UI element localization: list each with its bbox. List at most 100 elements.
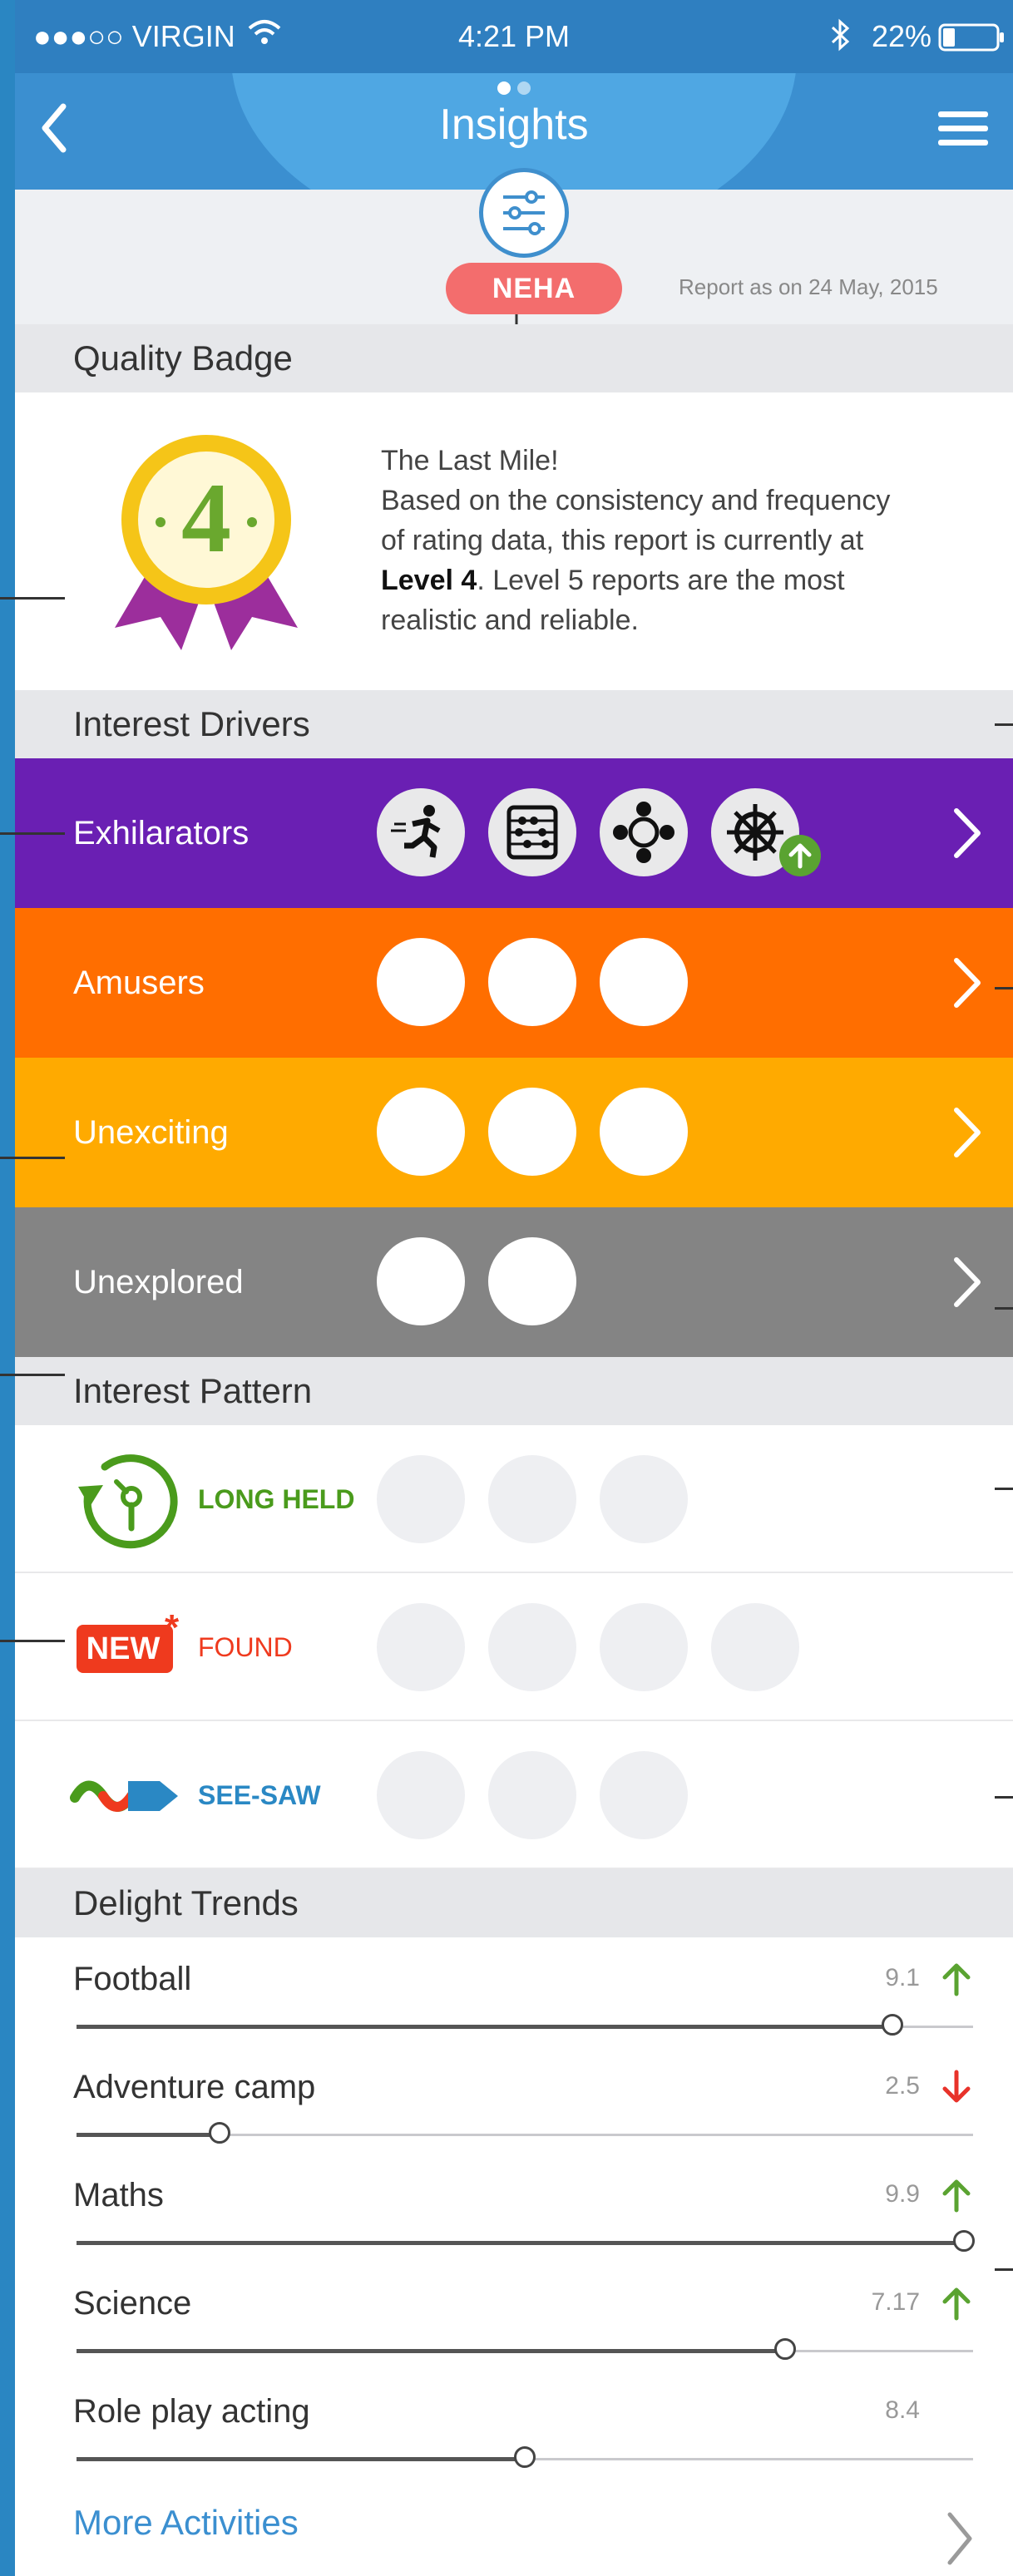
chevron-right-icon [954,1108,981,1157]
interest-slot[interactable] [488,1237,576,1325]
interest-slot[interactable] [600,938,688,1026]
trend-row: Maths 9.9 [15,2162,1013,2270]
trend-slider[interactable] [77,2014,973,2036]
trend-slider[interactable] [77,2122,973,2144]
page-dot[interactable] [517,81,531,95]
interest-slot[interactable] [600,1455,688,1543]
arrow-down-icon [938,2069,975,2110]
trend-value: 9.1 [885,1964,920,1991]
connector-line [0,1640,65,1642]
section-header-interest-drivers: Interest Drivers [15,690,1013,758]
pattern-row-long-held[interactable]: LONG HELD [15,1425,1013,1573]
profile-name-badge[interactable]: NEHA [446,263,622,314]
section-header-quality-badge: Quality Badge [15,324,1013,392]
abacus-icon[interactable] [488,788,576,876]
status-time: 4:21 PM [457,19,571,53]
interest-slot[interactable] [600,1751,688,1839]
filter-button[interactable] [479,168,569,258]
driver-icons [377,938,711,1029]
asterisk-icon: * [165,1607,180,1648]
menu-button[interactable] [930,95,996,161]
trend-slider-fill [77,2241,965,2245]
driver-row-unexplored[interactable]: Unexplored [15,1207,1013,1357]
driver-icons [377,1237,600,1329]
quality-title: The Last Mile! [381,445,559,476]
interest-slot[interactable] [377,938,465,1026]
pattern-slots [377,1603,823,1695]
page-indicator[interactable] [15,81,1013,99]
clock-arrow-icon [78,1454,178,1549]
trend-name: Maths [73,2177,164,2213]
quality-text-line: Based on the consistency and frequency [381,485,891,516]
trend-slider-knob[interactable] [953,2230,976,2252]
status-bar: ●●●○○ VIRGIN 4:21 PM 22% [15,0,1013,73]
interest-slot[interactable] [488,1751,576,1839]
interest-slot[interactable] [488,1088,576,1176]
interest-slot[interactable] [377,1603,465,1691]
driver-row-amusers[interactable]: Amusers [15,908,1013,1058]
arrow-up-icon [938,2285,975,2326]
connector-line [995,1488,1013,1490]
quality-description: The Last Mile! Based on the consistency … [381,441,996,640]
trend-slider[interactable] [77,2446,973,2468]
connector-line [995,723,1013,726]
driver-label: Unexciting [73,1114,229,1151]
battery-percent: 22% [872,19,932,53]
interest-slot[interactable] [600,1603,688,1691]
report-date: Report as on 24 May, 2015 [679,274,938,299]
hamburger-menu-icon [938,111,988,146]
ship-wheel-icon[interactable] [711,788,821,876]
driver-row-unexciting[interactable]: Unexciting [15,1058,1013,1207]
driver-label: Exhilarators [73,815,250,851]
interest-slot[interactable] [711,1603,799,1691]
interest-slot[interactable] [600,1088,688,1176]
driver-label: Amusers [73,965,205,1001]
quality-badge-card: 4 The Last Mile! Based on the consistenc… [15,392,1013,690]
trend-slider[interactable] [77,2230,976,2252]
chevron-right-icon [954,1257,981,1307]
driver-label: Unexplored [73,1264,244,1300]
connector-line [0,1157,65,1159]
more-activities-label: More Activities [73,2503,299,2542]
interest-slot[interactable] [488,1455,576,1543]
quality-text-line: realistic and reliable. [381,605,639,636]
trend-slider-knob[interactable] [773,2338,796,2360]
connector-line [995,1796,1013,1799]
interest-slot[interactable] [377,1237,465,1325]
trend-value: 2.5 [885,2072,920,2100]
interest-slot[interactable] [377,1455,465,1543]
network-icon[interactable] [600,788,688,876]
driver-icons [377,788,823,880]
wave-arrow-icon [70,1780,178,1812]
driver-row-exhilarators[interactable]: Exhilarators [15,758,1013,908]
chevron-right-icon [947,2512,972,2565]
connector-line [995,987,1013,989]
pattern-label: SEE-SAW [198,1780,321,1810]
trend-slider-knob[interactable] [209,2122,231,2144]
interest-slot[interactable] [488,938,576,1026]
interest-slot[interactable] [377,1751,465,1839]
interest-slot[interactable] [488,1603,576,1691]
pattern-row-see-saw[interactable]: SEE-SAW [15,1721,1013,1869]
connector-line [0,832,65,835]
phone-screen: ●●●○○ VIRGIN 4:21 PM 22% Insights NEHA R… [15,0,1013,2576]
trend-row: Science 7.17 [15,2270,1013,2378]
pattern-row-new-found[interactable]: NEW * FOUND [15,1573,1013,1721]
trend-slider-knob[interactable] [514,2446,536,2468]
trend-slider-knob[interactable] [881,2014,903,2036]
page-dot-active[interactable] [497,81,511,95]
interest-slot[interactable] [377,1088,465,1176]
quality-text-line: Level 4. Level 5 reports are the most [381,560,996,600]
driver-icons [377,1088,711,1179]
medal-icon: 4 [98,432,314,661]
chevron-right-icon [954,958,981,1008]
trend-row: Football 9.1 [15,1946,1013,2054]
more-activities-link[interactable]: More Activities [15,2488,1013,2576]
pattern-label: FOUND [198,1632,293,1662]
new-badge-label: NEW [86,1631,161,1666]
profile-row: NEHA Report as on 24 May, 2015 [15,168,1013,341]
running-icon[interactable] [377,788,465,876]
page-title: Insights [439,101,589,149]
trend-name: Role play acting [73,2393,310,2430]
trend-slider[interactable] [77,2338,973,2360]
